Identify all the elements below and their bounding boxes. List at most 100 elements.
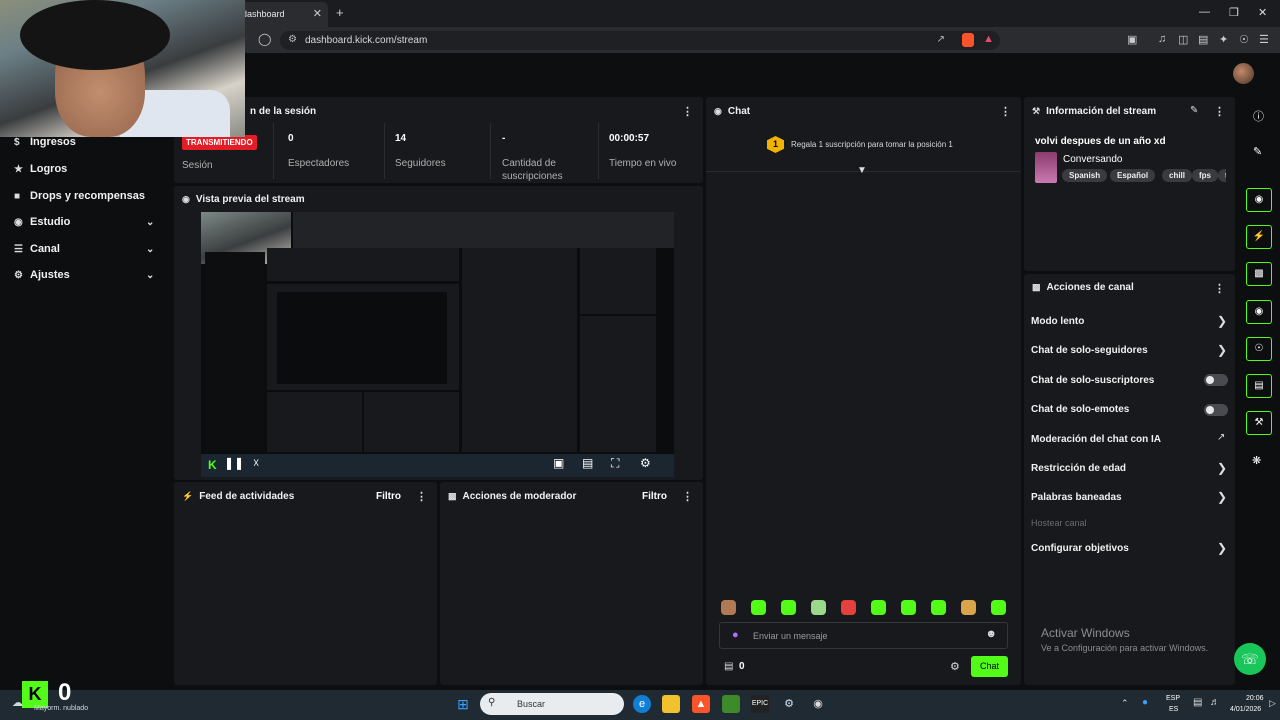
chat-message-input[interactable]: ● Enviar un mensaje ☻ (719, 622, 1008, 649)
microphone-icon[interactable]: ● (732, 629, 739, 641)
language-indicator[interactable]: ESP (1166, 695, 1180, 702)
tab-close-icon[interactable]: ✕ (313, 7, 322, 20)
minecraft-icon[interactable] (722, 695, 740, 713)
more-options-icon[interactable]: ⋮ (682, 105, 693, 118)
start-menu-icon[interactable]: ⊞ (454, 695, 472, 713)
emote-icon[interactable] (931, 600, 946, 615)
emote-icon[interactable] (961, 600, 976, 615)
action-slow-mode[interactable]: Modo lento (1031, 316, 1084, 327)
vpn-icon[interactable]: ☉ (1239, 33, 1249, 46)
collapse-icon[interactable]: ▼ (857, 165, 867, 176)
emote-icon[interactable] (751, 600, 766, 615)
fullscreen-icon[interactable]: ⛶ (611, 456, 619, 471)
brave-rewards-icon[interactable]: ▲ (983, 33, 994, 45)
rail-preview-button[interactable]: ◉ (1246, 188, 1272, 212)
avatar[interactable] (1233, 63, 1254, 84)
tag[interactable]: t (1218, 169, 1226, 182)
weather-icon[interactable]: ☁ (12, 696, 23, 709)
rail-activity-button[interactable]: ⚡ (1246, 225, 1272, 249)
chat-settings-icon[interactable]: ⚙ (950, 660, 960, 673)
brave-shield-icon[interactable] (962, 33, 974, 47)
chevron-right-icon[interactable]: ❯ (1217, 343, 1227, 357)
clock-date[interactable]: 4/01/2026 (1230, 706, 1261, 713)
action-followers-only[interactable]: Chat de solo-seguidores (1031, 345, 1148, 356)
keyboard-indicator[interactable]: ES (1169, 706, 1178, 713)
steam-icon[interactable]: ⚙ (780, 695, 798, 713)
brave-icon[interactable]: ▲ (692, 695, 710, 713)
browser-tab[interactable]: dashboard ✕ (236, 2, 328, 27)
new-tab-button[interactable]: + (336, 5, 344, 20)
volume-icon[interactable]: ♬ (1210, 697, 1220, 708)
filter-button[interactable]: Filtro (376, 491, 401, 502)
weather-text[interactable]: Mayorm. nublado (34, 705, 88, 712)
action-age-restriction[interactable]: Restricción de edad (1031, 463, 1126, 474)
sidebar-item-ajustes[interactable]: ⚙ Ajustes ⌄ (14, 269, 164, 281)
info-icon[interactable]: ⓘ (1253, 108, 1264, 124)
emote-icon[interactable] (841, 600, 856, 615)
chevron-right-icon[interactable]: ❯ (1217, 541, 1227, 555)
rail-actions-button[interactable]: ▤ (1246, 374, 1272, 398)
chevron-right-icon[interactable]: ❯ (1217, 490, 1227, 504)
sidebar-item-logros[interactable]: ★ Logros (14, 163, 67, 175)
settings-icon[interactable]: ⚙ (640, 456, 651, 470)
more-options-icon[interactable]: ⋮ (1000, 105, 1011, 118)
community-icon[interactable]: ❋ (1252, 454, 1261, 467)
maximize-icon[interactable]: ❐ (1229, 6, 1239, 19)
mute-icon[interactable]: ☓ (253, 456, 259, 470)
sidebar-item-drops[interactable]: ■ Drops y recompensas (14, 190, 145, 202)
external-link-icon[interactable]: ↗ (1217, 432, 1225, 443)
action-banned-words[interactable]: Palabras baneadas (1031, 492, 1122, 503)
tag[interactable]: Español (1110, 169, 1156, 182)
theater-mode-icon[interactable]: ▤ (582, 456, 593, 470)
edit-pencil-icon[interactable]: ✎ (1253, 145, 1262, 158)
bookmark-icon[interactable]: ◯ (258, 32, 271, 46)
clock-time[interactable]: 20:06 (1246, 695, 1264, 702)
sidebar-item-estudio[interactable]: ◉ Estudio ⌄ (14, 216, 164, 228)
rail-moderator-button[interactable]: ▩ (1246, 262, 1272, 286)
sidebar-item-ingresos[interactable]: $ Ingresos (14, 136, 76, 148)
tray-chevron-icon[interactable]: ⌃ (1121, 698, 1129, 709)
gift-leaderboard-text[interactable]: Regala 1 suscripción para tomar la posic… (791, 140, 953, 149)
tray-microphone-icon[interactable]: ● (1142, 697, 1148, 708)
file-explorer-icon[interactable] (662, 695, 680, 713)
sidebar-item-canal[interactable]: ☰ Canal ⌄ (14, 243, 164, 255)
emote-icon[interactable] (991, 600, 1006, 615)
share-icon[interactable]: ↗ (937, 34, 945, 45)
more-options-icon[interactable]: ⋮ (416, 490, 427, 503)
site-info-icon[interactable]: ⚙ (288, 34, 297, 45)
chevron-right-icon[interactable]: ❯ (1217, 314, 1227, 328)
edge-icon[interactable]: e (633, 695, 651, 713)
send-chat-button[interactable]: Chat (971, 656, 1008, 677)
more-options-icon[interactable]: ⋮ (682, 490, 693, 503)
rail-broadcast-button[interactable]: ☉ (1246, 337, 1272, 361)
chevron-right-icon[interactable]: ❯ (1217, 461, 1227, 475)
address-bar[interactable]: ⚙ dashboard.kick.com/stream ↗ ▲ (280, 31, 1000, 50)
emote-icon[interactable] (781, 600, 796, 615)
emote-icon[interactable] (721, 600, 736, 615)
tag[interactable]: fps (1192, 169, 1218, 182)
rail-info-button[interactable]: ⚒ (1246, 411, 1272, 435)
pause-icon[interactable]: ❚❚ (224, 456, 244, 470)
subscribers-only-toggle[interactable] (1204, 374, 1228, 386)
filter-button[interactable]: Filtro (642, 491, 667, 502)
emoji-icon[interactable]: ☻ (985, 628, 997, 640)
action-ai-moderation[interactable]: Moderación del chat con IA (1031, 434, 1161, 445)
emote-icon[interactable] (901, 600, 916, 615)
network-icon[interactable]: ▤ (1193, 697, 1202, 708)
tag[interactable]: Spanish (1062, 169, 1108, 182)
stream-preview-video[interactable] (201, 212, 674, 477)
notifications-icon[interactable]: ▷ (1269, 698, 1276, 709)
emotes-only-toggle[interactable] (1204, 404, 1228, 416)
epic-games-icon[interactable]: EPIC (751, 695, 769, 713)
taskbar-search[interactable]: ⚲ Buscar (480, 693, 624, 715)
support-icon[interactable]: ☏ (1234, 643, 1266, 675)
emote-icon[interactable] (871, 600, 886, 615)
picture-in-picture-icon[interactable]: ▣ (553, 456, 564, 470)
more-options-icon[interactable]: ⋮ (1214, 282, 1225, 295)
emote-icon[interactable] (811, 600, 826, 615)
action-configure-goals[interactable]: Configurar objetivos (1031, 543, 1129, 554)
tag[interactable]: chill (1162, 169, 1193, 182)
rail-chat-button[interactable]: ◉ (1246, 300, 1272, 324)
window-close-icon[interactable]: ✕ (1258, 6, 1267, 19)
obs-icon[interactable]: ◉ (809, 695, 827, 713)
